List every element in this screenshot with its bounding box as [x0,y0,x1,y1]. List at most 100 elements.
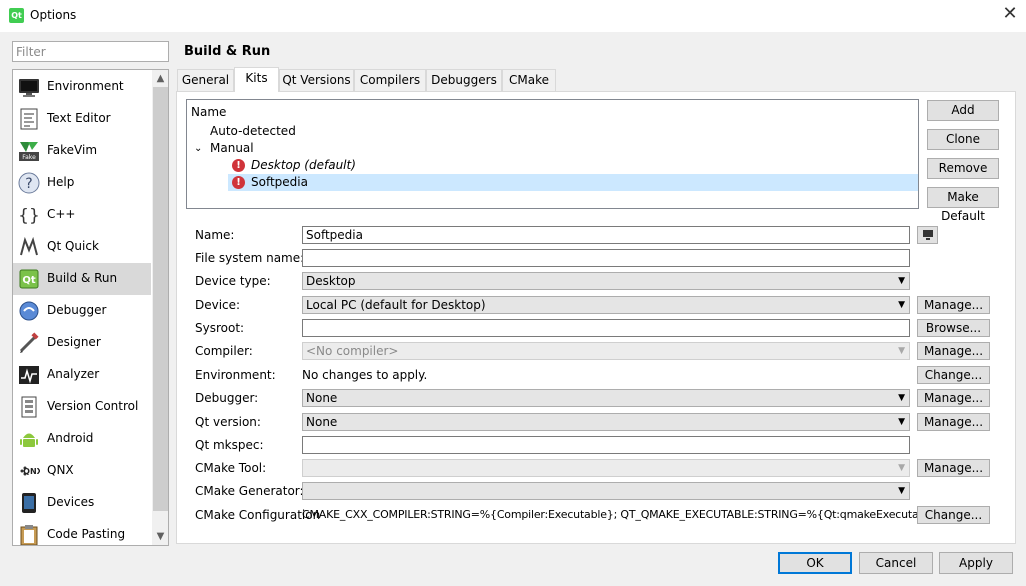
android-icon [20,433,38,447]
device-label: Device: [195,298,241,312]
category-label: Android [47,431,94,445]
name-label: Name: [195,228,235,242]
cmake-generator-label: CMake Generator: [195,484,304,498]
close-icon[interactable]: ✕ [998,3,1022,27]
chevron-down-icon[interactable]: ▼ [152,528,168,545]
tree-item-manual[interactable]: Manual [210,140,254,157]
category-item-help[interactable]: ? Help [13,167,151,199]
cpp-braces-icon: {} [18,206,40,226]
kits-tree[interactable]: Name Auto-detected ⌄ Manual ! Desktop (d… [186,99,919,209]
device-select[interactable]: Local PC (default for Desktop) ▼ [302,296,910,314]
cmake-generator-select[interactable]: ▼ [302,482,910,500]
add-button[interactable]: Add [927,100,999,121]
sysroot-browse-button[interactable]: Browse... [917,319,990,337]
device-type-select[interactable]: Desktop ▼ [302,272,910,290]
category-label: Help [47,175,75,189]
chevron-up-icon[interactable]: ▲ [152,70,168,87]
scrollbar-thumb[interactable] [153,87,168,511]
environment-change-button[interactable]: Change... [917,366,990,384]
remove-button[interactable]: Remove [927,158,999,179]
category-item-android[interactable]: Android [13,423,151,455]
tab-compilers[interactable]: Compilers [354,69,426,91]
chevron-down-icon[interactable]: ⌄ [194,140,202,157]
error-icon: ! [232,159,245,172]
category-item-qt-quick[interactable]: Qt Quick [13,231,151,263]
tab-qt-versions[interactable]: Qt Versions [279,69,354,91]
tree-item-auto-detected[interactable]: Auto-detected [210,123,296,140]
compiler-label: Compiler: [195,344,253,358]
svg-text:QNX: QNX [23,467,40,476]
qt-version-manage-button[interactable]: Manage... [917,413,990,431]
category-item-build-run[interactable]: Qt Build & Run [13,263,151,295]
name-field[interactable]: Softpedia [302,226,910,244]
make-default-button[interactable]: Make Default [927,187,999,223]
environment-value: No changes to apply. [302,368,428,382]
category-label: C++ [47,207,76,221]
tab-general[interactable]: General [177,69,234,91]
qt-version-label: Qt version: [195,415,261,429]
dropdown-arrow-icon: ▼ [898,417,905,427]
category-item-environment[interactable]: Environment [13,71,151,103]
ok-button[interactable]: OK [778,552,852,574]
qt-mkspec-field[interactable] [302,436,910,454]
monitor-icon[interactable] [917,226,938,244]
category-label: Analyzer [47,367,100,381]
category-item-debugger[interactable]: Debugger [13,295,151,327]
tab-debuggers[interactable]: Debuggers [426,69,502,91]
filter-input[interactable] [12,41,169,62]
dropdown-arrow-icon: ▼ [898,486,905,496]
file-system-name-label: File system name: [195,251,305,265]
category-item-qnx[interactable]: QNX QNX [13,455,151,487]
dropdown-arrow-icon: ▼ [898,463,905,473]
category-label: Designer [47,335,101,349]
qt-mkspec-label: Qt mkspec: [195,438,264,452]
qt-version-select[interactable]: None ▼ [302,413,910,431]
sysroot-field[interactable] [302,319,910,337]
debugger-manage-button[interactable]: Manage... [917,389,990,407]
fakevim-icon: Fake [19,142,39,161]
dropdown-arrow-icon: ▼ [898,276,905,286]
cmake-tool-select[interactable]: ▼ [302,459,910,477]
clone-button[interactable]: Clone [927,129,999,150]
build-run-icon: Qt [19,269,39,289]
apply-button[interactable]: Apply [939,552,1013,574]
category-item-analyzer[interactable]: Analyzer [13,359,151,391]
category-list: Environment Text Editor Fake FakeVim ? H… [12,69,169,546]
category-item-fakevim[interactable]: Fake FakeVim [13,135,151,167]
svg-text:{}: {} [18,206,40,226]
category-item-devices[interactable]: Devices [13,487,151,519]
monitor-icon [19,79,39,97]
text-editor-icon [20,108,38,130]
tree-item-desktop-default[interactable]: ! Desktop (default) [228,157,918,174]
code-pasting-icon [20,525,38,545]
page-title: Build & Run [184,44,271,59]
tree-item-softpedia[interactable]: ! Softpedia [228,174,918,191]
category-item-code-pasting[interactable]: Code Pasting [13,519,151,545]
tab-cmake[interactable]: CMake [502,69,556,91]
category-item-cpp[interactable]: {} C++ [13,199,151,231]
cmake-tool-manage-button[interactable]: Manage... [917,459,990,477]
svg-text:?: ? [25,176,32,192]
environment-label: Environment: [195,368,276,382]
category-item-designer[interactable]: Designer [13,327,151,359]
cmake-configuration-value: CMAKE_CXX_COMPILER:STRING=%{Compiler:Exe… [302,508,942,521]
cmake-configuration-change-button[interactable]: Change... [917,506,990,524]
cancel-button[interactable]: Cancel [859,552,933,574]
category-label: Devices [47,495,95,509]
tab-kits[interactable]: Kits [234,67,279,92]
category-label: Text Editor [47,111,111,125]
category-item-version-control[interactable]: Version Control [13,391,151,423]
category-label: Build & Run [47,271,118,285]
category-item-text-editor[interactable]: Text Editor [13,103,151,135]
compiler-select[interactable]: <No compiler> ▼ [302,342,910,360]
compiler-manage-button[interactable]: Manage... [917,342,990,360]
debugger-icon [19,301,39,321]
devices-icon [22,493,36,513]
device-manage-button[interactable]: Manage... [917,296,990,314]
kit-label: Softpedia [251,175,308,189]
svg-text:Fake: Fake [22,154,36,161]
file-system-name-field[interactable] [302,249,910,267]
debugger-select[interactable]: None ▼ [302,389,910,407]
category-label: Qt Quick [47,239,99,253]
category-scrollbar[interactable]: ▲ ▼ [152,70,168,545]
